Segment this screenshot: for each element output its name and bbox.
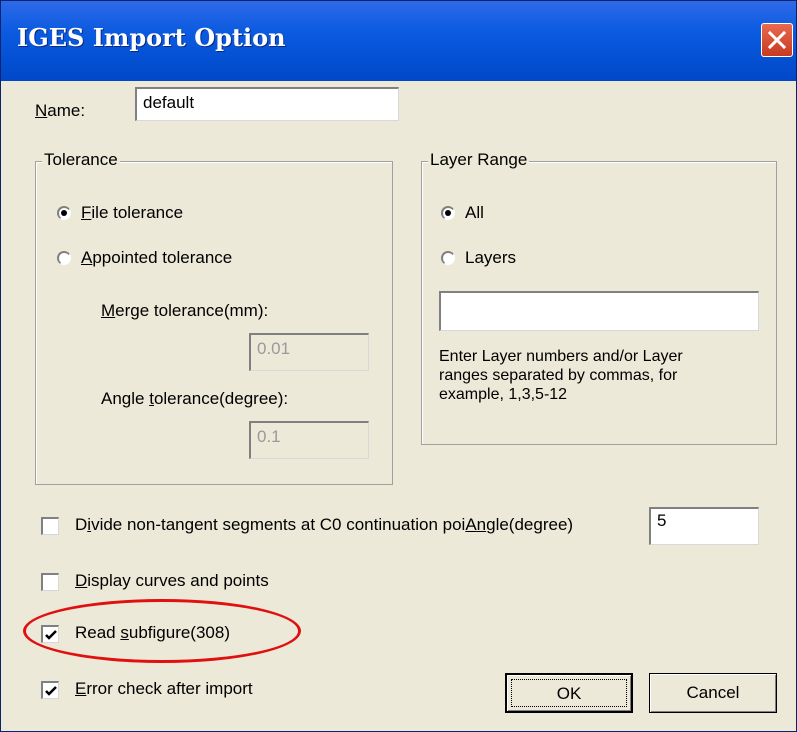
display-curves-label[interactable]: Display curves and points: [75, 571, 269, 591]
read-subfigure-label[interactable]: Read subfigure(308): [75, 623, 230, 643]
radio-selected-dot: [61, 210, 67, 216]
divide-segments-label[interactable]: Divide non-tangent segments at C0 contin…: [75, 515, 573, 535]
close-button[interactable]: [761, 23, 793, 57]
name-input[interactable]: default: [135, 87, 399, 121]
ok-button[interactable]: OK: [505, 673, 633, 713]
layers-label[interactable]: Layers: [465, 248, 516, 268]
checkmark-icon: [45, 686, 57, 696]
layer-range-group-title: Layer Range: [428, 150, 530, 170]
layer-help-text: Enter Layer numbers and/or Layer ranges …: [439, 347, 683, 404]
divide-angle-input[interactable]: 5: [649, 507, 759, 545]
close-icon: [768, 31, 786, 49]
all-layers-label[interactable]: All: [465, 203, 484, 223]
cancel-button-label: Cancel: [686, 683, 740, 702]
error-check-checkbox[interactable]: [41, 681, 59, 699]
title-bar[interactable]: IGES Import Option: [1, 1, 796, 81]
layers-radio[interactable]: [441, 251, 455, 265]
tolerance-group-title: Tolerance: [42, 150, 120, 170]
cancel-button[interactable]: Cancel: [649, 673, 777, 713]
divide-segments-checkbox[interactable]: [41, 517, 59, 535]
layer-help-line: Enter Layer numbers and/or Layer: [439, 348, 683, 365]
file-tolerance-radio[interactable]: [57, 206, 71, 220]
ok-button-label: OK: [556, 684, 582, 703]
appointed-tolerance-radio[interactable]: [57, 251, 71, 265]
radio-selected-dot: [445, 210, 451, 216]
layer-help-line: example, 1,3,5-12: [439, 386, 568, 403]
appointed-tolerance-label[interactable]: Appointed tolerance: [81, 248, 232, 268]
file-tolerance-label[interactable]: File tolerance: [81, 203, 183, 223]
checkmark-icon: [45, 630, 57, 640]
read-subfigure-checkbox[interactable]: [41, 625, 59, 643]
angle-tolerance-label: Angle tolerance(degree):: [101, 389, 289, 408]
layer-help-line: ranges separated by commas, for: [439, 367, 678, 384]
all-layers-radio[interactable]: [441, 206, 455, 220]
merge-tolerance-label: Merge tolerance(mm):: [101, 301, 269, 320]
merge-tolerance-input[interactable]: 0.01: [249, 333, 369, 371]
angle-tolerance-input[interactable]: 0.1: [249, 421, 369, 459]
layers-input[interactable]: [439, 291, 759, 331]
dialog-window: IGES Import Option Name: default Toleran…: [0, 0, 797, 732]
dialog-title: IGES Import Option: [17, 23, 286, 52]
error-check-label[interactable]: Error check after import: [75, 679, 253, 699]
name-label: Name:: [35, 101, 86, 120]
display-curves-checkbox[interactable]: [41, 573, 59, 591]
